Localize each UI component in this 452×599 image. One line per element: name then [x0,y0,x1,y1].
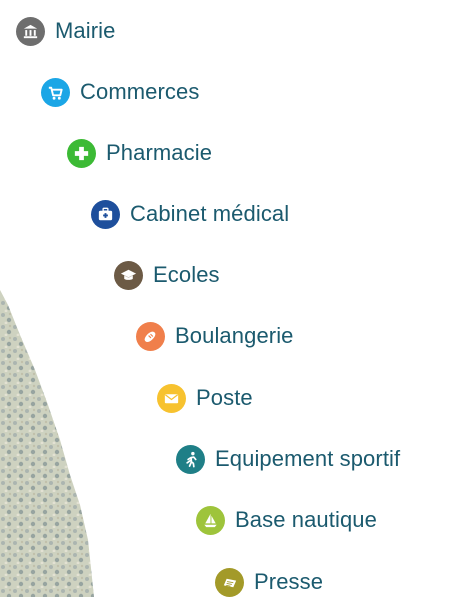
menu-item-cabinet-medical[interactable]: Cabinet médical [91,197,289,231]
menu-item-label: Boulangerie [175,323,294,348]
medical-kit-icon [91,199,120,229]
menu-item-label: Pharmacie [106,140,213,165]
sailboat-icon [196,505,225,535]
menu-item-poste[interactable]: Poste [157,381,253,415]
menu-item-label: Cabinet médical [130,201,290,226]
menu-item-label: Mairie [55,18,116,43]
envelope-icon [157,383,186,413]
menu-item-pharmacie[interactable]: Pharmacie [67,136,212,170]
graduation-cap-icon [114,260,143,290]
menu-item-label: Ecoles [153,262,220,287]
amenities-menu: Mairie Commerces Pharmacie Cabinet médic… [0,0,452,597]
menu-item-presse[interactable]: Presse [215,565,323,599]
menu-item-label: Equipement sportif [215,446,401,471]
menu-item-label: Poste [196,385,253,410]
menu-item-ecoles[interactable]: Ecoles [114,258,220,292]
newspaper-icon [215,567,244,597]
menu-item-label: Presse [254,569,324,594]
menu-item-mairie[interactable]: Mairie [16,14,116,48]
menu-item-base-nautique[interactable]: Base nautique [196,503,377,537]
menu-item-boulangerie[interactable]: Boulangerie [136,319,294,353]
town-hall-icon [16,16,45,46]
shopping-cart-icon [41,77,70,107]
menu-item-commerces[interactable]: Commerces [41,75,199,109]
runner-icon [176,444,205,474]
menu-item-label: Commerces [80,79,200,104]
menu-item-label: Base nautique [235,507,377,532]
menu-item-equipement-sportif[interactable]: Equipement sportif [176,442,400,476]
pharmacy-cross-icon [67,138,96,168]
bread-icon [136,321,165,351]
